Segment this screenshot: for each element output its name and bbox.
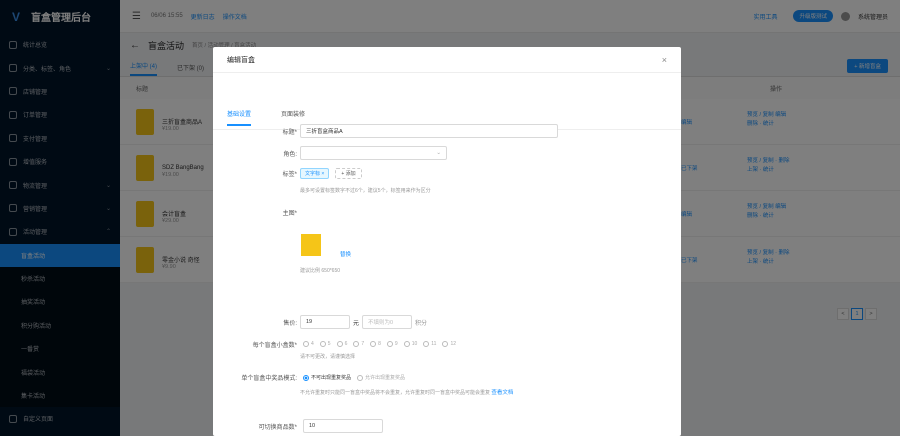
- tag-chip[interactable]: 文字标 ×: [300, 168, 330, 179]
- radio-dot-icon: [336, 340, 343, 347]
- count-option-radio[interactable]: 5: [319, 340, 331, 347]
- radio-dot-icon: [357, 374, 364, 381]
- radio-dot-icon: [423, 340, 430, 347]
- chevron-down-icon: ⌄: [436, 150, 441, 156]
- cover-image[interactable]: [301, 234, 321, 256]
- modal-title: 编辑盲盒: [227, 56, 255, 64]
- title-label: 标题*: [282, 129, 297, 136]
- swap-input[interactable]: 10: [303, 419, 383, 433]
- tab-page-design[interactable]: 页面装修: [281, 109, 305, 124]
- edit-modal: 编辑盲盒 × 基础设置 页面装修 标题* 三折盲盒商品A 角色: ⌄ 标签* 文…: [213, 47, 681, 436]
- radio-dot-icon: [303, 374, 309, 381]
- cover-label: 主图*: [282, 211, 297, 217]
- cover-hint: 建议比例 650*650: [300, 268, 341, 274]
- price-label: 售价:: [283, 320, 297, 327]
- count-option-radio[interactable]: 11: [423, 340, 436, 347]
- role-select[interactable]: ⌄: [300, 146, 447, 160]
- count-option-radio[interactable]: 12: [442, 340, 456, 347]
- count-hint: 请不可更改，请谨慎选择: [300, 354, 356, 360]
- radio-dot-icon: [386, 340, 393, 347]
- radio-dot-icon: [370, 340, 377, 347]
- add-tag-button[interactable]: + 添加: [335, 168, 362, 179]
- count-option-radio[interactable]: 6: [336, 340, 347, 347]
- mode-label: 单个盲盒中奖品模式:: [241, 376, 297, 382]
- tag-hint: 最多可设置标签数字不过6个，建议5个，标签用来作为区分: [300, 188, 431, 194]
- mode-no-repeat-radio[interactable]: 不可出现重复奖品: [303, 374, 351, 381]
- replace-cover-link[interactable]: 替换: [340, 250, 351, 258]
- mode-hint: 不允许重复时只能同一盲盒中奖品将不会重复，允许重复时同一盲盒中奖品可能会重复: [300, 390, 491, 396]
- tag-label: 标签*: [282, 172, 297, 178]
- price-unit: 元: [353, 320, 360, 327]
- points-suffix: 积分: [415, 320, 428, 327]
- mode-doc-link[interactable]: 查看文档: [491, 390, 513, 396]
- swap-label: 可切换商品数*: [258, 424, 297, 431]
- count-option-radio[interactable]: 8: [370, 340, 381, 347]
- points-input[interactable]: 不填则为0: [362, 315, 413, 329]
- price-input[interactable]: 19: [300, 315, 350, 329]
- radio-dot-icon: [442, 340, 449, 347]
- radio-dot-icon: [353, 340, 360, 347]
- count-option-radio[interactable]: 4: [303, 340, 314, 347]
- radio-dot-icon: [403, 340, 410, 347]
- close-icon[interactable]: ×: [662, 55, 667, 65]
- count-label: 每个盲盒小盒数*: [252, 343, 297, 349]
- count-option-radio[interactable]: 10: [403, 340, 417, 347]
- mode-allow-repeat-radio[interactable]: 允许出现重复奖品: [357, 374, 405, 381]
- count-option-radio[interactable]: 9: [386, 340, 398, 347]
- title-input[interactable]: 三折盲盒商品A: [300, 124, 558, 138]
- radio-dot-icon: [303, 340, 309, 347]
- radio-dot-icon: [319, 340, 326, 347]
- role-label: 角色:: [283, 151, 297, 158]
- count-option-radio[interactable]: 7: [353, 340, 364, 347]
